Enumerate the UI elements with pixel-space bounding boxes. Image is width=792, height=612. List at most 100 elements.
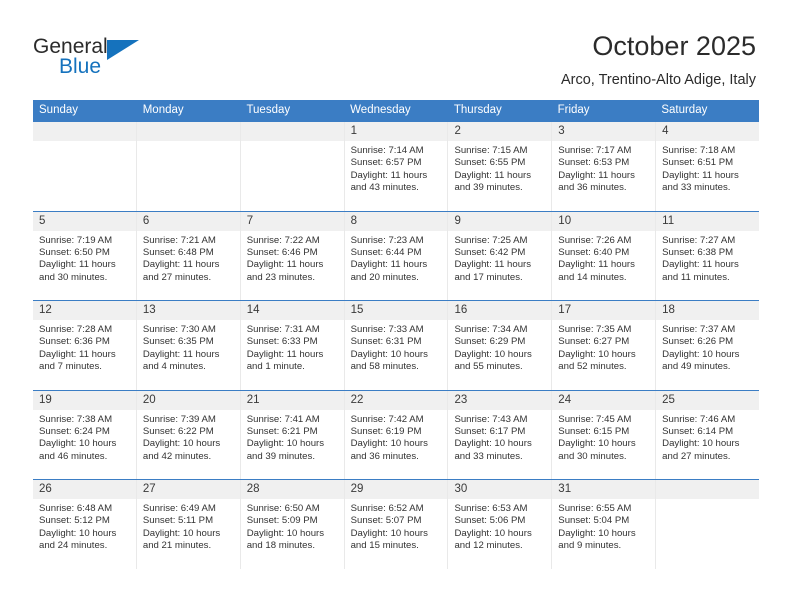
detail-sunset: Sunset: 6:21 PM — [246, 425, 318, 437]
detail-daylight1: Daylight: 11 hours — [454, 259, 532, 271]
detail-daylight1: Daylight: 11 hours — [39, 259, 116, 271]
detail-daylight1: Daylight: 10 hours — [662, 438, 740, 450]
calendar-day-cell[interactable]: 18 Sunrise: 7:37 AM Sunset: 6:26 PM Dayligh… — [656, 301, 760, 390]
day-of-week-wednesday: Wednesday — [350, 104, 411, 116]
detail-daylight2: and 52 minutes. — [558, 361, 627, 373]
detail-sunset: Sunset: 6:15 PM — [558, 425, 630, 437]
calendar-day-cell[interactable]: 4 Sunrise: 7:18 AM Sunset: 6:51 PM Daylight… — [656, 122, 760, 211]
detail-sunset: Sunset: 5:11 PM — [142, 515, 214, 527]
day-details: Sunrise: 7:34 AM Sunset: 6:29 PM Daylight:… — [448, 320, 551, 374]
detail-daylight2: and 46 minutes. — [39, 450, 108, 462]
calendar-day-cell[interactable]: 8 Sunrise: 7:23 AM Sunset: 6:44 PM Daylight… — [344, 211, 449, 300]
detail-sunset: Sunset: 6:22 PM — [142, 425, 214, 437]
day-details: Sunrise: 7:39 AM Sunset: 6:22 PM Daylight:… — [137, 410, 240, 464]
calendar-cell-empty — [136, 122, 241, 211]
detail-sunset: Sunset: 6:35 PM — [142, 336, 214, 348]
day-details: Sunrise: 6:55 AM Sunset: 5:04 PM Daylight:… — [552, 499, 655, 553]
detail-daylight2: and 18 minutes. — [246, 540, 315, 552]
calendar-day-cell[interactable]: 14 Sunrise: 7:31 AM Sunset: 6:33 PM Dayligh… — [240, 301, 345, 390]
calendar-day-cell[interactable]: 20 Sunrise: 7:39 AM Sunset: 6:22 PM Dayligh… — [136, 390, 241, 479]
day-details: Sunrise: 7:45 AM Sunset: 6:15 PM Daylight:… — [552, 410, 655, 464]
calendar-day-cell[interactable]: 10 Sunrise: 7:26 AM Sunset: 6:40 PM Dayligh… — [552, 211, 657, 300]
detail-daylight1: Daylight: 10 hours — [350, 527, 428, 539]
detail-sunrise: Sunrise: 7:26 AM — [558, 234, 632, 246]
calendar-day-cell[interactable]: 21 Sunrise: 7:41 AM Sunset: 6:21 PM Dayligh… — [240, 390, 345, 479]
detail-sunrise: Sunrise: 7:23 AM — [350, 234, 424, 246]
detail-daylight2: and 36 minutes. — [558, 182, 627, 194]
calendar-day-cell[interactable]: 28 Sunrise: 6:50 AM Sunset: 5:09 PM Dayligh… — [240, 480, 345, 569]
calendar-day-cell[interactable]: 12 Sunrise: 7:28 AM Sunset: 6:36 PM Dayligh… — [33, 301, 137, 390]
detail-sunrise: Sunrise: 7:35 AM — [558, 324, 632, 335]
detail-sunrise: Sunrise: 6:50 AM — [246, 503, 320, 514]
calendar-day-cell[interactable]: 31 Sunrise: 6:55 AM Sunset: 5:04 PM Dayligh… — [552, 480, 657, 569]
day-number: 22 — [344, 390, 448, 410]
detail-daylight1: Daylight: 10 hours — [39, 527, 117, 539]
detail-sunset: Sunset: 5:07 PM — [350, 515, 422, 527]
calendar-day-cell[interactable]: 23 Sunrise: 7:43 AM Sunset: 6:17 PM Dayligh… — [448, 390, 553, 479]
day-of-week-friday: Friday — [557, 104, 590, 116]
detail-daylight2: and 55 minutes. — [454, 361, 523, 373]
detail-sunset: Sunset: 5:06 PM — [454, 515, 526, 527]
detail-daylight2: and 33 minutes. — [662, 182, 731, 194]
calendar-day-cell[interactable]: 13 Sunrise: 7:30 AM Sunset: 6:35 PM Dayligh… — [136, 301, 241, 390]
triangle-icon — [107, 40, 139, 60]
day-details: Sunrise: 7:17 AM Sunset: 6:53 PM Daylight:… — [552, 141, 655, 195]
day-details: Sunrise: 7:14 AM Sunset: 6:57 PM Daylight:… — [345, 141, 448, 195]
calendar-day-cell[interactable]: 24 Sunrise: 7:45 AM Sunset: 6:15 PM Dayligh… — [552, 390, 657, 479]
calendar-day-cell[interactable]: 3 Sunrise: 7:17 AM Sunset: 6:53 PM Daylight… — [552, 122, 657, 211]
day-details: Sunrise: 7:27 AM Sunset: 6:38 PM Daylight:… — [656, 231, 759, 285]
calendar-day-cell[interactable]: 30 Sunrise: 6:53 AM Sunset: 5:06 PM Dayligh… — [448, 480, 553, 569]
detail-sunset: Sunset: 6:40 PM — [558, 246, 630, 258]
day-number: 3 — [552, 122, 656, 141]
day-number: 24 — [552, 390, 656, 410]
calendar-day-cell[interactable]: 19 Sunrise: 7:38 AM Sunset: 6:24 PM Dayligh… — [33, 390, 137, 479]
calendar-day-cell[interactable]: 2 Sunrise: 7:15 AM Sunset: 6:55 PM Daylight… — [448, 122, 553, 211]
day-details: Sunrise: 6:48 AM Sunset: 5:12 PM Daylight:… — [33, 499, 136, 553]
brand-logo[interactable]: General Blue — [33, 28, 145, 82]
day-details: Sunrise: 7:18 AM Sunset: 6:51 PM Daylight:… — [656, 141, 759, 195]
detail-daylight1: Daylight: 10 hours — [454, 348, 532, 360]
detail-sunrise: Sunrise: 7:33 AM — [350, 324, 424, 335]
calendar-day-cell[interactable]: 6 Sunrise: 7:21 AM Sunset: 6:48 PM Daylight… — [136, 211, 241, 300]
calendar-day-cell[interactable]: 15 Sunrise: 7:33 AM Sunset: 6:31 PM Dayligh… — [344, 301, 449, 390]
calendar-day-cell[interactable]: 25 Sunrise: 7:46 AM Sunset: 6:14 PM Dayligh… — [656, 390, 760, 480]
day-number: 9 — [448, 211, 552, 231]
calendar-day-cell[interactable]: 7 Sunrise: 7:22 AM Sunset: 6:46 PM Daylight… — [240, 211, 345, 300]
detail-daylight2: and 42 minutes. — [142, 450, 212, 462]
detail-daylight2: and 30 minutes. — [558, 450, 627, 462]
day-number: 14 — [240, 301, 344, 320]
detail-daylight1: Daylight: 11 hours — [350, 259, 428, 271]
detail-daylight2: and 11 minutes. — [662, 271, 730, 283]
calendar-day-cell[interactable]: 29 Sunrise: 6:52 AM Sunset: 5:07 PM Dayligh… — [344, 480, 449, 569]
detail-sunrise: Sunrise: 7:19 AM — [39, 234, 113, 246]
calendar-day-cell[interactable]: 9 Sunrise: 7:25 AM Sunset: 6:42 PM Daylight… — [448, 211, 553, 300]
calendar-day-cell[interactable]: 16 Sunrise: 7:34 AM Sunset: 6:29 PM Dayligh… — [448, 301, 553, 390]
detail-sunset: Sunset: 6:29 PM — [454, 336, 526, 348]
day-number: 18 — [656, 301, 760, 320]
calendar-day-cell[interactable]: 17 Sunrise: 7:35 AM Sunset: 6:27 PM Dayligh… — [552, 301, 657, 390]
day-details: Sunrise: 7:21 AM Sunset: 6:48 PM Daylight:… — [137, 231, 240, 285]
detail-sunrise: Sunrise: 6:53 AM — [454, 503, 528, 514]
calendar-week-row: 5 Sunrise: 7:19 AM Sunset: 6:50 PM Daylight… — [33, 210, 760, 301]
day-number: 17 — [552, 301, 656, 320]
calendar-day-cell[interactable]: 27 Sunrise: 6:49 AM Sunset: 5:11 PM Dayligh… — [136, 480, 241, 569]
detail-sunset: Sunset: 5:09 PM — [246, 515, 318, 527]
day-details: Sunrise: 6:50 AM Sunset: 5:09 PM Daylight:… — [241, 499, 344, 553]
detail-sunset: Sunset: 6:36 PM — [39, 336, 110, 348]
detail-daylight2: and 43 minutes. — [350, 182, 419, 194]
day-number: 25 — [656, 390, 760, 410]
day-number: 20 — [136, 390, 240, 410]
day-number: 12 — [33, 301, 136, 320]
day-of-week-sunday: Sunday — [39, 104, 79, 116]
calendar-day-cell[interactable]: 1 Sunrise: 7:14 AM Sunset: 6:57 PM Daylight… — [344, 122, 449, 211]
calendar-day-cell[interactable]: 5 Sunrise: 7:19 AM Sunset: 6:50 PM Daylight… — [33, 211, 137, 300]
day-number: 4 — [656, 122, 760, 141]
calendar-day-cell[interactable]: 11 Sunrise: 7:27 AM Sunset: 6:38 PM Dayligh… — [656, 211, 760, 301]
detail-daylight2: and 7 minutes. — [39, 361, 102, 373]
calendar-day-cell[interactable]: 22 Sunrise: 7:42 AM Sunset: 6:19 PM Dayligh… — [344, 390, 449, 479]
day-number: 23 — [448, 390, 552, 410]
calendar-day-cell[interactable]: 26 Sunrise: 6:48 AM Sunset: 5:12 PM Dayligh… — [33, 480, 137, 569]
detail-sunrise: Sunrise: 7:34 AM — [454, 324, 528, 335]
detail-sunrise: Sunrise: 7:41 AM — [246, 413, 320, 425]
detail-daylight1: Daylight: 10 hours — [350, 438, 428, 450]
